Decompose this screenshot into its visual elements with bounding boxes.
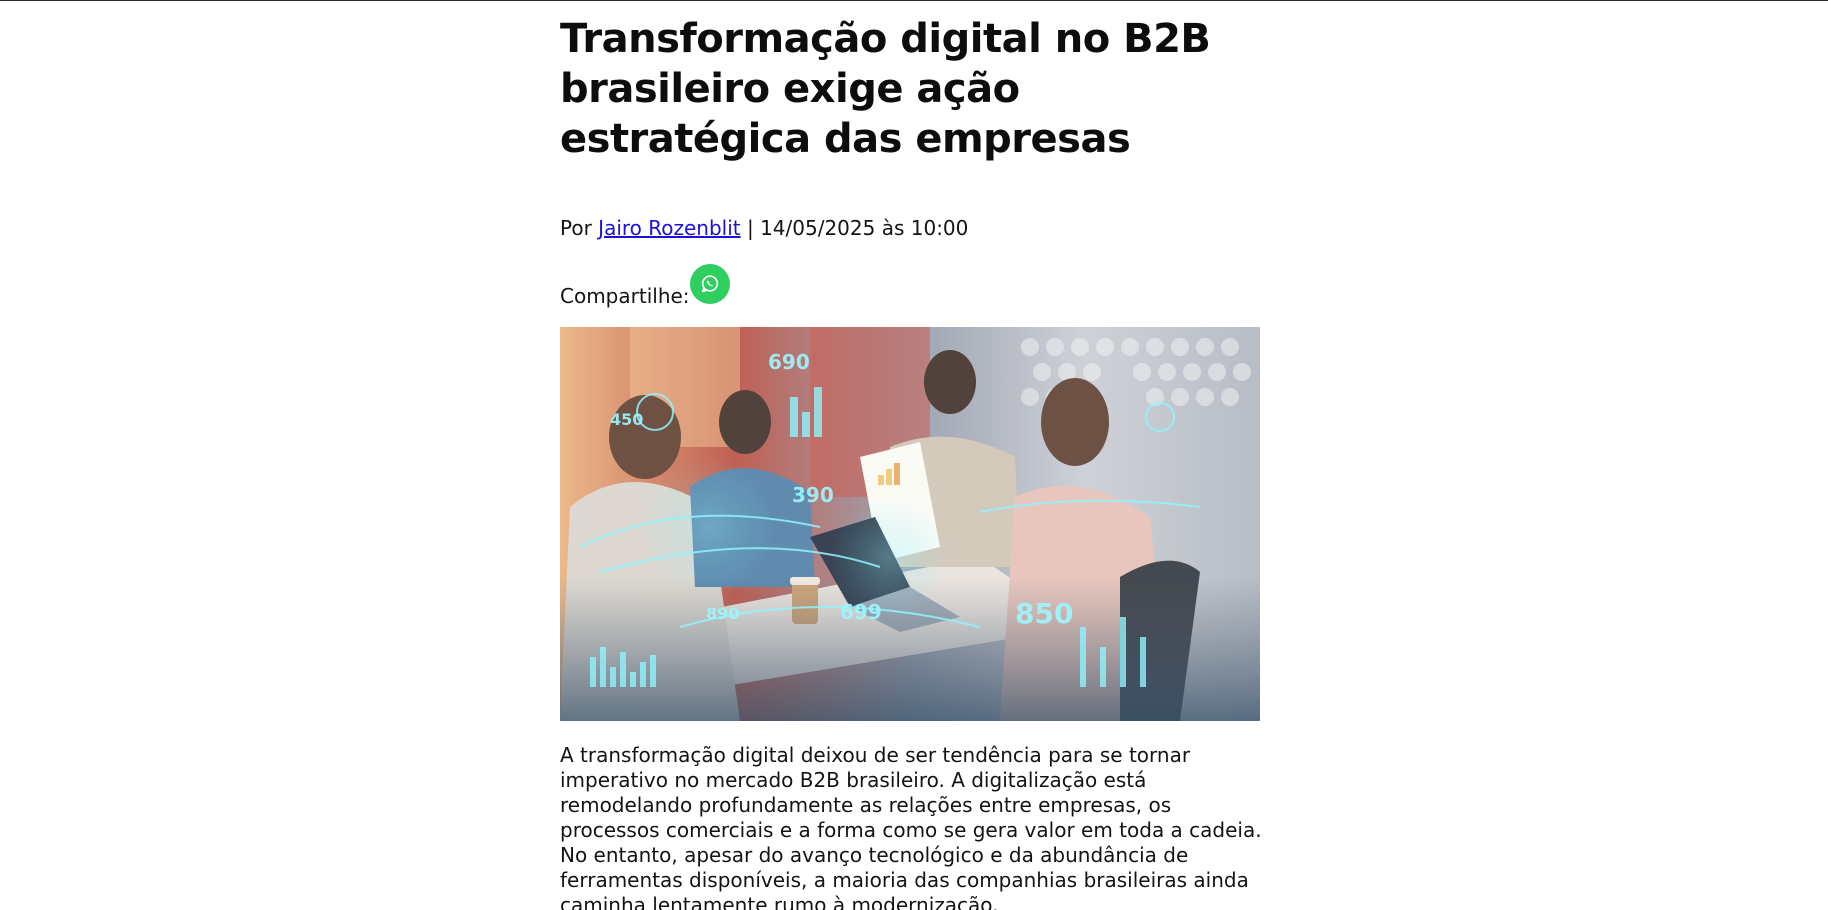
hero-illustration: 690 450 390 890 699 850 bbox=[560, 327, 1260, 721]
author-link[interactable]: Jairo Rozenblit bbox=[598, 216, 740, 240]
whatsapp-share-button[interactable] bbox=[690, 264, 730, 304]
byline-prefix: Por bbox=[560, 216, 599, 240]
byline: Por Jairo Rozenblit | 14/05/2025 às 10:0… bbox=[560, 214, 1264, 242]
article: Transformação digital no B2B brasileiro … bbox=[560, 0, 1264, 910]
whatsapp-icon bbox=[701, 275, 719, 293]
share-row: Compartilhe: bbox=[560, 264, 1264, 312]
byline-separator: | bbox=[740, 216, 761, 240]
publish-datetime: 14/05/2025 às 10:00 bbox=[760, 216, 969, 240]
share-label: Compartilhe: bbox=[560, 284, 690, 308]
hero-image: 690 450 390 890 699 850 bbox=[560, 327, 1260, 721]
article-paragraph: A transformação digital deixou de ser te… bbox=[560, 743, 1262, 910]
article-title: Transformação digital no B2B brasileiro … bbox=[560, 16, 1211, 162]
